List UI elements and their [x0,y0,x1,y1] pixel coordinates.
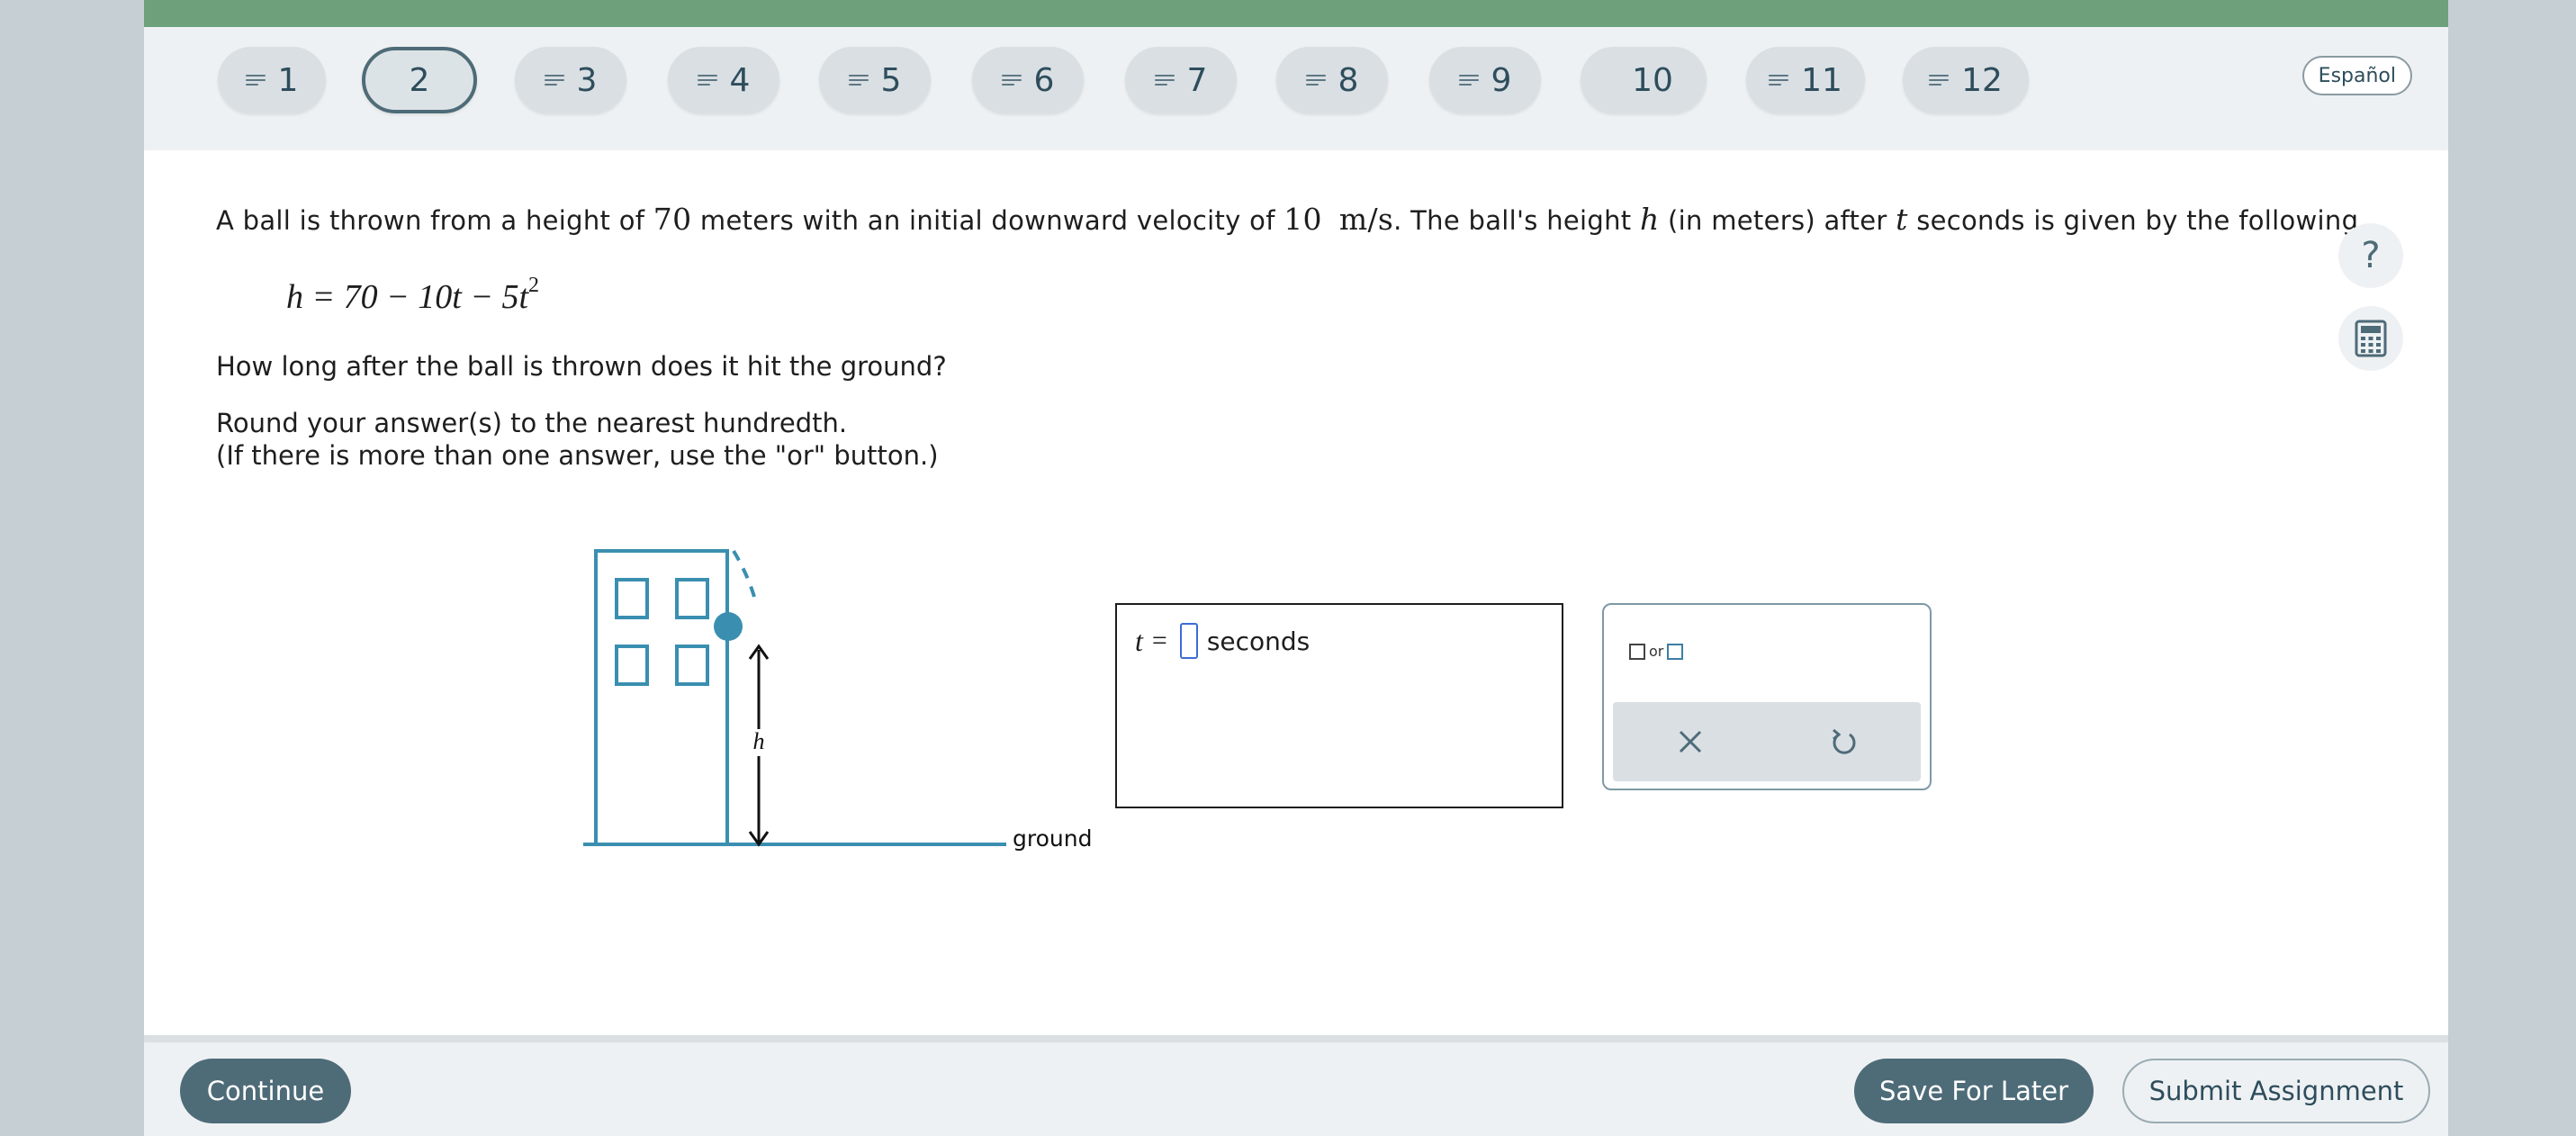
question-3-button[interactable]: 3 [515,47,626,113]
calculator-icon [2355,320,2387,357]
window [675,578,709,619]
save-for-later-button[interactable]: Save For Later [1854,1059,2094,1123]
question-9-button[interactable]: 9 [1429,47,1541,113]
keypad-actions [1613,702,1921,781]
height-equation: h = 70 − 10t − 5t2 [286,274,540,316]
question-12-button[interactable]: 12 [1903,47,2029,113]
top-bar [144,0,2448,27]
window [675,645,709,686]
question-5-button[interactable]: 5 [819,47,931,113]
assignment-window: 1 2 3 4 5 6 7 8 9 10 11 12 Español A bal… [144,0,2448,1136]
building-diagram: h ground [576,540,1116,868]
question-8-button[interactable]: 8 [1276,47,1388,113]
lines-icon [848,74,869,86]
submit-assignment-button[interactable]: Submit Assignment [2122,1059,2430,1123]
height-label: h [753,728,765,754]
lines-icon [1001,74,1022,86]
clear-button[interactable] [1613,702,1767,781]
question-text: How long after the ball is thrown does i… [216,351,947,382]
footer-bar: Continue Save For Later Submit Assignmen… [144,1035,2448,1136]
help-button[interactable]: ? [2338,223,2403,288]
window [615,578,649,619]
or-button[interactable]: or [1629,643,1684,660]
espanol-button[interactable]: Español [2301,56,2412,95]
math-keypad: or [1602,603,1932,790]
lines-icon [1458,74,1479,86]
question-navigation: 1 2 3 4 5 6 7 8 9 10 11 12 Español [144,27,2448,150]
lines-icon [245,74,266,86]
answer-input[interactable] [1179,623,1198,659]
question-6-button[interactable]: 6 [972,47,1084,113]
lines-icon [1305,74,1326,86]
instructions: Round your answer(s) to the nearest hund… [216,408,939,471]
question-11-button[interactable]: 11 [1746,47,1865,113]
calculator-button[interactable] [2338,306,2403,371]
undo-button[interactable] [1767,702,1921,781]
question-4-button[interactable]: 4 [668,47,779,113]
undo-icon [1832,728,1855,754]
question-10-button[interactable]: 10 [1581,47,1707,113]
answer-row: t = seconds [1135,623,1310,659]
ball [714,612,743,641]
lines-icon [544,74,564,86]
lines-icon [1929,74,1950,86]
lines-icon [1769,74,1789,86]
question-1-button[interactable]: 1 [218,47,326,113]
continue-button[interactable]: Continue [180,1059,351,1123]
answer-box: t = seconds [1115,603,1563,808]
question-2-button[interactable]: 2 [362,47,477,113]
ball-trajectory [732,549,758,604]
ground-label: ground [1013,825,1092,852]
help-icon: ? [2361,235,2381,276]
problem-statement: A ball is thrown from a height of 70 met… [216,202,2367,237]
close-icon [1679,730,1701,753]
blank-box-icon [1667,643,1684,660]
window [615,645,649,686]
question-7-button[interactable]: 7 [1125,47,1237,113]
lines-icon [1154,74,1175,86]
building-ball-illustration: h ground [583,549,1092,852]
blank-box-icon [1629,643,1645,660]
lines-icon [697,74,717,86]
